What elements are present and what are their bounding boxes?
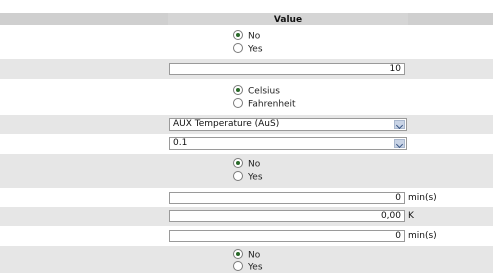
radio-option-yes[interactable]: Yes xyxy=(233,261,263,273)
value-input[interactable]: 10 xyxy=(169,63,405,75)
unit-label: min(s) xyxy=(408,193,437,203)
chevron-down-icon[interactable] xyxy=(394,139,405,148)
radio-option-fahrenheit[interactable]: Fahrenheit xyxy=(233,98,296,110)
radio-checked-icon[interactable] xyxy=(233,30,243,40)
table-row: 10 xyxy=(0,59,493,79)
delay-input[interactable]: 0 xyxy=(169,192,405,204)
table-row: 0,00 K xyxy=(0,207,493,226)
radio-unchecked-icon[interactable] xyxy=(233,261,243,271)
radio-option-celsius[interactable]: Celsius xyxy=(233,85,280,97)
radio-checked-icon[interactable] xyxy=(233,158,243,168)
table-row: No Yes xyxy=(0,246,493,273)
radio-option-no[interactable]: No xyxy=(233,158,260,170)
radio-checked-icon[interactable] xyxy=(233,249,243,259)
hysteresis-input[interactable]: 0,00 xyxy=(169,210,405,222)
unit-label: min(s) xyxy=(408,231,437,241)
radio-option-no[interactable]: No xyxy=(233,30,260,42)
table-row: Celsius Fahrenheit xyxy=(0,79,493,115)
radio-option-yes[interactable]: Yes xyxy=(233,43,263,55)
table-header: Value xyxy=(0,13,493,25)
step-select[interactable]: 0.1 xyxy=(169,137,407,150)
header-right-cell xyxy=(408,13,493,25)
sensor-select[interactable]: AUX Temperature (AuS) xyxy=(169,118,407,131)
table-row: 0 min(s) xyxy=(0,188,493,207)
duration-input[interactable]: 0 xyxy=(169,230,405,242)
chevron-down-icon[interactable] xyxy=(394,120,405,129)
table-row: No Yes xyxy=(0,154,493,188)
value-column-header: Value xyxy=(273,15,303,25)
table-row: 0.1 xyxy=(0,134,493,154)
radio-option-yes[interactable]: Yes xyxy=(233,171,263,183)
radio-unchecked-icon[interactable] xyxy=(233,98,243,108)
header-left-cell xyxy=(0,13,168,25)
radio-option-no[interactable]: No xyxy=(233,249,260,261)
radio-checked-icon[interactable] xyxy=(233,85,243,95)
radio-unchecked-icon[interactable] xyxy=(233,171,243,181)
radio-unchecked-icon[interactable] xyxy=(233,43,243,53)
unit-label: K xyxy=(408,211,414,221)
table-row: No Yes xyxy=(0,25,493,59)
table-row: AUX Temperature (AuS) xyxy=(0,115,493,134)
table-row: 0 min(s) xyxy=(0,226,493,246)
